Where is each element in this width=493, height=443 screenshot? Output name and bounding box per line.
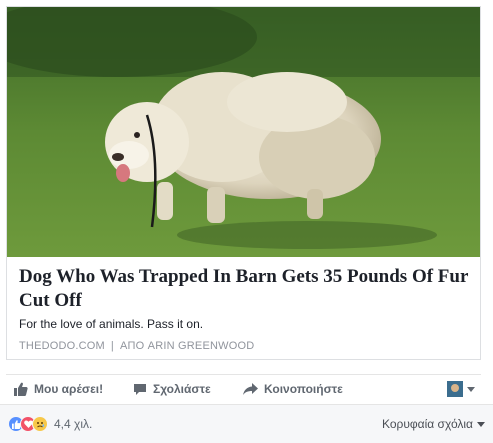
article-source: THEDODO.COM | ΑΠΟ ARIN GREENWOOD	[19, 340, 254, 352]
comment-label: Σχολιάστε	[153, 382, 211, 396]
source-domain[interactable]: THEDODO.COM	[19, 340, 105, 352]
article-photo[interactable]	[7, 7, 480, 257]
comment-sort-label: Κορυφαία σχόλια	[381, 417, 473, 431]
article-headline[interactable]: Dog Who Was Trapped In Barn Gets 35 Poun…	[19, 265, 471, 313]
reaction-as-selector[interactable]	[447, 381, 475, 397]
like-label: Μου αρέσει!	[34, 382, 104, 396]
share-button[interactable]: Κοινοποιήστε	[237, 375, 377, 403]
sad-reaction-icon	[32, 416, 48, 432]
caret-down-icon	[467, 386, 475, 392]
article-byline: ΑΠΟ ARIN GREENWOOD	[119, 340, 255, 352]
dog-photo	[7, 7, 480, 257]
link-preview-card[interactable]: Dog Who Was Trapped In Barn Gets 35 Poun…	[6, 6, 481, 360]
avatar	[447, 381, 463, 397]
post-footer: 4,4 χιλ. Κορυφαία σχόλια	[0, 404, 493, 443]
post-actions-bar: Μου αρέσει! Σχολιάστε Κοινοποιήστε	[6, 374, 481, 403]
share-label: Κοινοποιήστε	[264, 382, 343, 396]
comment-sort-dropdown[interactable]: Κορυφαία σχόλια	[382, 417, 485, 431]
thumbs-up-icon	[14, 382, 28, 396]
comment-button[interactable]: Σχολιάστε	[127, 375, 237, 403]
source-separator: |	[110, 340, 114, 352]
caret-down-icon	[477, 421, 485, 427]
comment-icon	[134, 383, 146, 395]
like-button[interactable]: Μου αρέσει!	[8, 375, 123, 403]
reaction-count[interactable]: 4,4 χιλ.	[54, 417, 92, 431]
share-arrow-icon	[243, 383, 258, 395]
article-description: For the love of animals. Pass it on.	[19, 317, 204, 331]
reaction-summary[interactable]: 4,4 χιλ.	[8, 416, 92, 432]
